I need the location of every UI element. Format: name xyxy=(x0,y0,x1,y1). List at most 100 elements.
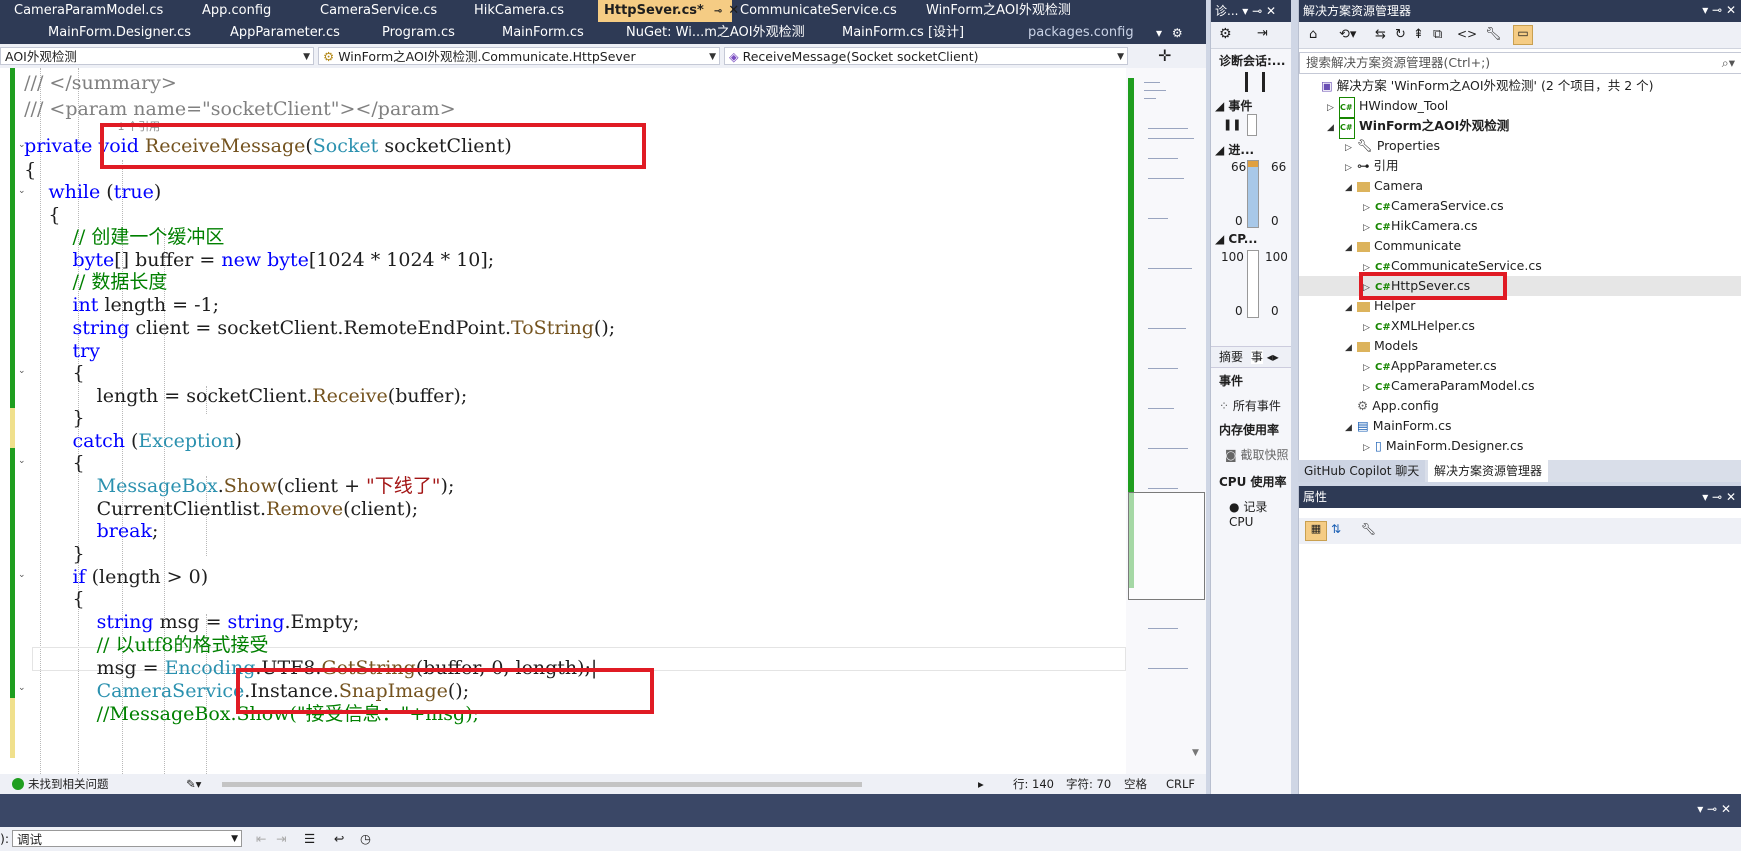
collapsed-arrow-icon[interactable]: ▷ xyxy=(1363,198,1375,218)
tree-node[interactable]: ▷ 🔧︎ Properties xyxy=(1299,136,1741,156)
sync-icon[interactable]: ⇆ xyxy=(1375,27,1386,42)
tab-winform-aoi[interactable]: WinForm之AOI外观检测 xyxy=(920,0,1077,22)
pin-icon[interactable]: ⊸ xyxy=(714,6,722,17)
tab-copilot-chat[interactable]: GitHub Copilot 聊天 xyxy=(1298,460,1426,482)
tab-packages-config[interactable]: packages.config xyxy=(1022,22,1140,44)
pin-icon[interactable]: ⊸ xyxy=(1712,3,1722,17)
chevron-down-icon[interactable]: ▾ xyxy=(1702,490,1708,504)
collapsed-arrow-icon[interactable]: ▷ xyxy=(1345,158,1357,178)
clock-icon[interactable]: ◷ xyxy=(360,827,371,851)
output-source-dropdown[interactable]: 调试 ▼ xyxy=(12,830,242,847)
member-dropdown[interactable]: ◈ ReceiveMessage(Socket socketClient) ▼ xyxy=(724,47,1128,65)
wrench-icon[interactable]: 🔧︎ xyxy=(1361,522,1376,536)
tree-node[interactable]: ▷ C#CameraService.cs xyxy=(1299,196,1741,216)
collapsed-arrow-icon[interactable]: ▷ xyxy=(1345,138,1357,158)
tab-summary[interactable]: 摘要 xyxy=(1219,350,1243,364)
home-icon[interactable]: ⌂ xyxy=(1309,27,1317,42)
copy-icon[interactable]: ⧉ xyxy=(1433,27,1442,42)
tree-node[interactable]: ▷ C# HWindow_Tool xyxy=(1299,96,1741,119)
collapsed-arrow-icon[interactable]: ▷ xyxy=(1363,358,1375,378)
line-indicator[interactable]: 行: 140 xyxy=(1013,774,1054,794)
search-icon[interactable]: ⌕▾ xyxy=(1722,53,1735,73)
expanded-arrow-icon[interactable]: ◢ xyxy=(1345,418,1357,438)
wrench-icon[interactable]: 🔧︎ xyxy=(1485,27,1502,42)
close-icon[interactable]: ✕ xyxy=(1266,4,1276,18)
tab-app-parameter[interactable]: AppParameter.cs xyxy=(224,22,346,44)
solution-search-input[interactable]: 搜索解决方案资源管理器(Ctrl+;) ⌕▾ xyxy=(1299,52,1741,74)
tab-events[interactable]: 事 xyxy=(1250,350,1263,364)
tab-hik-camera[interactable]: HikCamera.cs xyxy=(468,0,570,22)
tab-solution-explorer[interactable]: 解决方案资源管理器 xyxy=(1428,460,1549,482)
tree-node[interactable]: ◢ Camera xyxy=(1299,176,1741,196)
whitespace-indicator[interactable]: 空格 xyxy=(1124,774,1147,794)
tree-node[interactable]: ▷ C#XMLHelper.cs xyxy=(1299,316,1741,336)
chevron-right-icon[interactable]: ▸ xyxy=(978,774,984,794)
process-memory-section[interactable]: ◢ 进... xyxy=(1215,141,1254,158)
expanded-arrow-icon[interactable]: ◢ xyxy=(1345,338,1357,358)
collapsed-arrow-icon[interactable]: ▷ xyxy=(1363,378,1375,398)
char-indicator[interactable]: 字符: 70 xyxy=(1066,774,1111,794)
next-message-icon[interactable]: ⇥ xyxy=(276,827,286,851)
eol-indicator[interactable]: CRLF xyxy=(1166,774,1195,794)
all-events-link[interactable]: ⁘ 所有事件 xyxy=(1219,397,1281,414)
tree-node[interactable]: ◢ Helper xyxy=(1299,296,1741,316)
chevron-down-icon[interactable]: ▾ xyxy=(1702,3,1708,17)
tab-app-config[interactable]: App.config xyxy=(196,0,277,22)
tree-node[interactable]: ◢ ▤ MainForm.cs xyxy=(1299,416,1741,436)
code-editor[interactable]: ⌄ ⌄ ⌄ ⌄ ⌄ ⌄ 1 个引用 /// </summary> /// <pa… xyxy=(0,68,1126,774)
tree-node[interactable]: ◢ Models xyxy=(1299,336,1741,356)
record-cpu-button[interactable]: ● 记录 CPU xyxy=(1229,498,1291,529)
close-icon[interactable]: ✕ xyxy=(1726,3,1736,17)
prev-message-icon[interactable]: ⇤ xyxy=(256,827,266,851)
tab-program[interactable]: Program.cs xyxy=(376,22,461,44)
tab-mainform[interactable]: MainForm.cs xyxy=(496,22,590,44)
tree-node[interactable]: ▷ C#HikCamera.cs xyxy=(1299,216,1741,236)
tree-node[interactable]: ▷ C#CameraParamModel.cs xyxy=(1299,376,1741,396)
clear-all-icon[interactable]: ☰ xyxy=(304,827,315,851)
categorized-icon[interactable]: ▦ xyxy=(1305,521,1327,541)
tab-mainform-design[interactable]: MainForm.cs [设计] xyxy=(836,22,970,44)
tree-node[interactable]: ▣ 解决方案 'WinForm之AOI外观检测' (2 个项目，共 2 个) xyxy=(1299,76,1741,96)
horizontal-scrollbar[interactable] xyxy=(222,782,862,787)
export-icon[interactable]: ⇥ xyxy=(1257,26,1268,41)
tree-node[interactable]: ◢ C# WinForm之AOI外观检测 xyxy=(1299,116,1741,139)
tab-camera-service[interactable]: CameraService.cs xyxy=(314,0,443,22)
close-icon[interactable]: ✕ xyxy=(1726,490,1736,504)
cpu-section[interactable]: ◢ CP... xyxy=(1215,232,1257,246)
history-icon[interactable]: ⟲▾ xyxy=(1339,27,1356,42)
chevron-down-icon[interactable]: ▾ xyxy=(1697,802,1703,816)
expanded-arrow-icon[interactable]: ◢ xyxy=(1345,178,1357,198)
collapsed-arrow-icon[interactable]: ▷ xyxy=(1363,218,1375,238)
collapse-icon[interactable]: ⇞ xyxy=(1413,27,1424,42)
expanded-arrow-icon[interactable]: ◢ xyxy=(1345,238,1357,258)
code-minimap[interactable]: ▼ xyxy=(1126,68,1206,774)
split-icon[interactable]: ✛ xyxy=(1158,46,1171,65)
collapsed-arrow-icon[interactable]: ▷ xyxy=(1363,318,1375,338)
sort-alpha-icon[interactable]: ⇅ xyxy=(1331,522,1341,536)
take-snapshot-button[interactable]: ◙ 截取快照 xyxy=(1225,446,1289,463)
scroll-down-icon[interactable]: ▼ xyxy=(1192,748,1199,758)
chevron-down-icon[interactable]: ▾ xyxy=(1242,4,1248,18)
expanded-arrow-icon[interactable]: ◢ xyxy=(1345,298,1357,318)
tab-http-sever[interactable]: HttpSever.cs* ⊸ ✕ xyxy=(598,0,739,22)
pause-icon[interactable]: ❚❚ xyxy=(1223,118,1241,131)
tab-camera-param-model[interactable]: CameraParamModel.cs xyxy=(8,0,169,22)
word-wrap-icon[interactable]: ↩ xyxy=(334,827,344,851)
class-dropdown[interactable]: ⚙ WinForm之AOI外观检测.Communicate.HttpSever ▼ xyxy=(318,47,720,65)
close-icon[interactable]: ✕ xyxy=(1721,802,1731,816)
collapsed-arrow-icon[interactable]: ▷ xyxy=(1363,438,1375,458)
chevron-right-icon[interactable]: ▸ xyxy=(1273,350,1279,364)
pin-icon[interactable]: ⊸ xyxy=(1707,802,1717,816)
pin-icon[interactable]: ⊸ xyxy=(1252,4,1262,18)
preview-icon[interactable]: ▭ xyxy=(1513,25,1533,45)
project-dropdown[interactable]: AOI外观检测 ▼ xyxy=(0,47,314,65)
tree-node[interactable]: ⚙ App.config xyxy=(1299,396,1741,416)
tab-nuget[interactable]: NuGet: Wi...m之AOI外观检测 xyxy=(620,22,811,44)
gear-icon[interactable]: ⚙ xyxy=(1219,26,1232,42)
pin-icon[interactable]: ⊸ xyxy=(1712,490,1722,504)
minimap-viewport[interactable] xyxy=(1128,492,1205,600)
tab-communicate-service[interactable]: CommunicateService.cs xyxy=(734,0,903,22)
tree-node[interactable]: ◢ Communicate xyxy=(1299,236,1741,256)
brush-icon[interactable]: ✎▾ xyxy=(186,774,201,794)
tree-node[interactable]: ▷ ⊶ 引用 xyxy=(1299,156,1741,176)
